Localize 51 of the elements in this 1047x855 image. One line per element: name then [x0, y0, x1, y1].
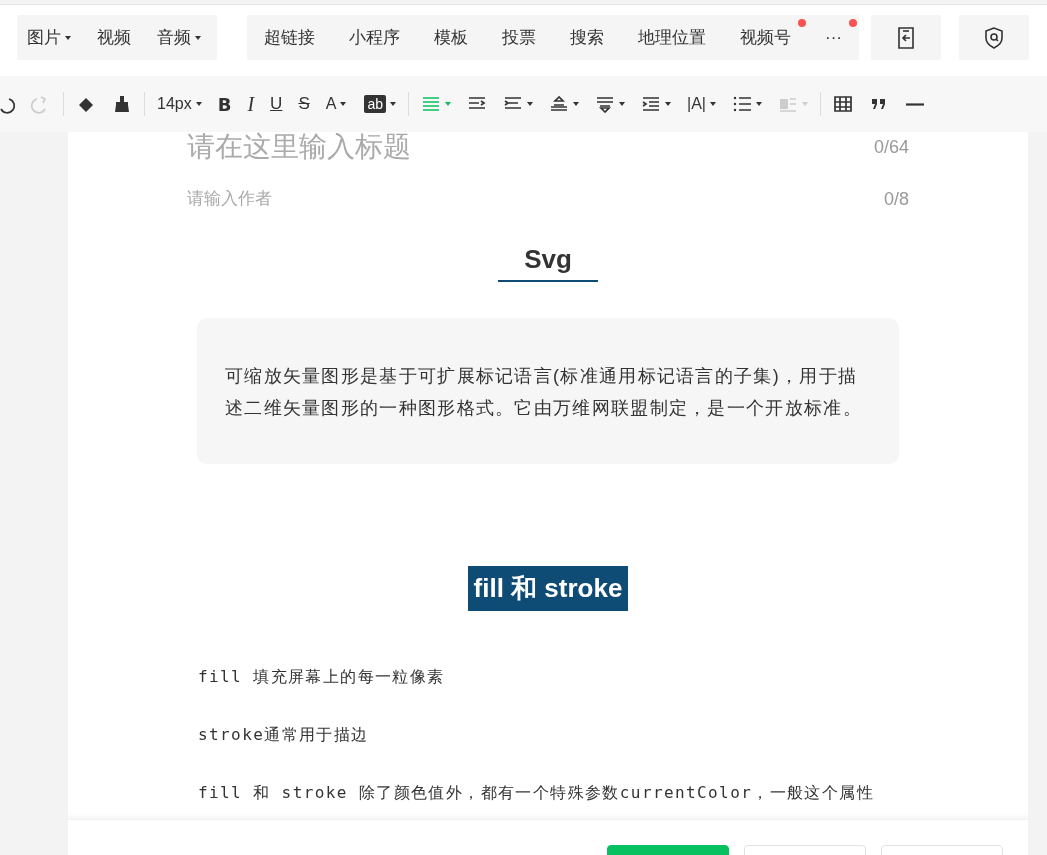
caret-icon — [709, 102, 716, 106]
caret-icon — [527, 102, 533, 106]
list-icon — [731, 94, 752, 114]
character-counter: 0/64 — [873, 136, 909, 158]
caret-icon — [65, 35, 71, 40]
paragraph: fill 和 stroke 除了颜色值外，都有一个特殊参数currentColor，一般这个属性 — [198, 782, 876, 804]
caret-icon — [195, 35, 201, 40]
insert-menu-item[interactable]: 视频号 — [723, 15, 808, 60]
caret-icon — [801, 102, 808, 106]
caret-icon — [340, 102, 347, 106]
line-height-icon — [549, 94, 569, 114]
indent-icon — [641, 94, 661, 114]
caret-icon — [619, 102, 625, 106]
paragraph-spacing-icon — [595, 94, 615, 114]
shield-icon[interactable] — [959, 15, 1029, 60]
format-button[interactable]: |A| — [679, 89, 724, 119]
format-button[interactable]: I — [239, 89, 263, 119]
caret-icon — [445, 102, 451, 106]
format-button[interactable]: 14px — [149, 89, 210, 119]
caret-icon — [195, 102, 202, 106]
insert-menu-item[interactable]: 超链接 — [247, 15, 332, 60]
insert-menu-item[interactable]: 视频 — [83, 15, 143, 60]
paint-brush-icon — [112, 94, 132, 114]
caret-icon — [573, 102, 579, 106]
title-field[interactable]: 请在这里输入标题 — [187, 132, 874, 162]
caret-icon — [390, 102, 396, 106]
paragraph: fill 填充屏幕上的每一粒像素 — [198, 666, 446, 688]
insert-menu-item[interactable]: 投票 — [485, 15, 553, 60]
paragraph: stroke通常用于描边 — [198, 724, 370, 746]
section-heading: Svg — [498, 242, 598, 282]
horizontal-rule-icon — [904, 102, 925, 106]
insert-menu-item[interactable]: 小程序 — [332, 15, 417, 60]
format-button[interactable]: S — [290, 89, 318, 119]
section-heading: fill 和 stroke — [467, 566, 629, 611]
format-button[interactable]: B — [209, 89, 240, 119]
caret-icon — [665, 102, 671, 106]
insert-menu-item[interactable]: 模板 — [417, 15, 485, 60]
align-justify-icon — [421, 94, 441, 114]
character-counter: 0/8 — [883, 188, 909, 210]
format-button[interactable]: ab — [354, 89, 404, 119]
author-field[interactable]: 请输入作者 — [187, 189, 884, 209]
insert-menu-item[interactable]: 音频 — [143, 15, 213, 60]
format-button[interactable]: A — [317, 89, 355, 119]
insert-menu-item[interactable]: 地理位置 — [621, 15, 723, 60]
insert-menu-item[interactable]: ··· — [808, 15, 859, 60]
quote-block: 可缩放矢量图形是基于可扩展标记语言(标准通用标记语言的子集)，用于描述二维矢量图形的一种图形格式。它由万维网联盟制定，是一个开放标准。 — [197, 318, 899, 464]
caret-icon — [755, 102, 762, 106]
format-button[interactable]: U — [262, 89, 291, 119]
insert-menu-item[interactable]: 图片 — [21, 15, 83, 60]
insert-menu-item[interactable]: 搜索 — [553, 15, 621, 60]
table-icon — [832, 94, 853, 114]
